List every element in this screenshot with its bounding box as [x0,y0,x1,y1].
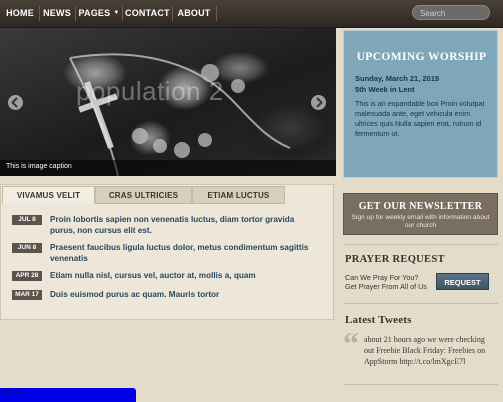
worship-body: This is an expandable box Proin volutpat… [355,99,485,138]
upcoming-worship-box: UPCOMING WORSHIP Sunday, March 21, 2019 … [343,30,498,178]
event-link[interactable]: Duis euismod purus ac quam. Mauris torto… [50,289,320,300]
chevron-left-icon[interactable] [8,95,23,110]
image-slider[interactable]: population 2 This is image caption [0,28,336,176]
newsletter-title: GET OUR NEWSLETTER [358,201,483,212]
date-badge: JUN 8 [12,243,42,253]
nav-divider [39,6,40,21]
newsletter-box[interactable]: GET OUR NEWSLETTER Sign up for weekly em… [343,193,498,235]
status-text: ation2 [2,389,22,396]
tab-etiam-luctus[interactable]: ETIAM LUCTUS [192,186,285,204]
caret-down-icon: ▼ [113,10,120,16]
prayer-text: Can We Pray For You? Get Prayer From All… [345,273,427,291]
nav-pages-label: PAGES [78,8,111,18]
prayer-line-2: Get Prayer From All of Us [345,282,427,291]
top-nav: HOME NEWS PAGES ▼ CONTACT ABOUT Search [0,0,503,28]
nav-news[interactable]: NEWS [42,0,72,27]
request-button[interactable]: REQUEST [436,273,489,290]
worship-date: Sunday, March 21, 2019 5th Week in Lent [355,73,439,95]
tab-cras-ultricies[interactable]: CRAS ULTRICIES [95,186,192,204]
nav-home[interactable]: HOME [4,0,36,27]
slide-caption: This is image caption [6,163,72,170]
divider [343,303,498,304]
worship-date-line: Sunday, March 21, 2019 [355,74,440,83]
nav-divider [122,6,123,21]
worship-week-line: 5th Week in Lent [355,85,415,94]
chevron-right-icon[interactable] [311,95,326,110]
event-link[interactable]: Praesent faucibus ligula luctus dolor, m… [50,242,320,264]
date-badge: APR 28 [12,271,42,281]
date-badge: MAR 17 [12,290,42,300]
newsletter-subtitle: Sign up for weekly email with informatio… [351,214,490,229]
slide-title: population 2 [76,76,224,106]
nav-pages[interactable]: PAGES ▼ [78,0,120,27]
prayer-title: PRAYER REQUEST [345,254,445,265]
nav-about[interactable]: ABOUT [175,0,213,27]
worship-title: UPCOMING WORSHIP [356,51,487,63]
caption-bar: This is image caption [0,160,336,176]
divider [343,384,498,385]
quote-icon: “ [343,325,359,361]
status-bar: ation2 [0,388,136,402]
nav-divider [216,6,217,21]
search-input[interactable]: Search [412,5,490,20]
event-link[interactable]: Etiam nulla nisl, cursus vel, auctor at,… [50,270,320,281]
date-badge: JUL 8 [12,215,42,225]
tab-vivamus-velit[interactable]: VIVAMUS VELIT [2,186,95,204]
event-link[interactable]: Proin lobortis sapien non venenatis luct… [50,214,320,236]
nav-divider [75,6,76,21]
nav-divider [172,6,173,21]
tweet-text[interactable]: about 21 hours ago we were checking out … [364,334,494,367]
divider [343,244,498,245]
prayer-line-1: Can We Pray For You? [345,273,419,282]
nav-contact[interactable]: CONTACT [125,0,170,27]
